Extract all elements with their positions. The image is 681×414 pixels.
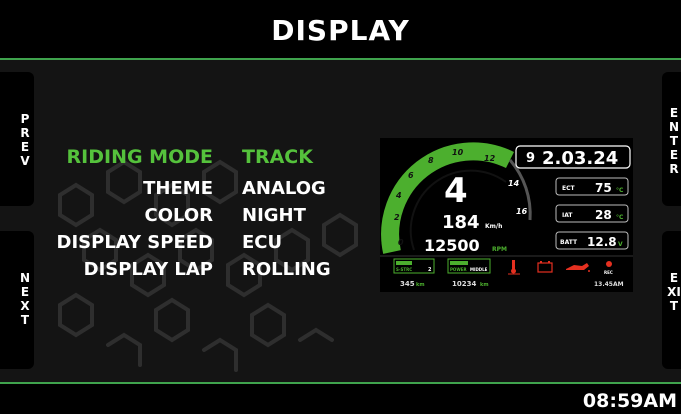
lap-number: 9 [526,151,535,166]
batt-label: BATT [560,239,578,246]
tach-label: 4 [395,191,402,200]
exit-button-label: EXIT [667,271,681,313]
footer-bar: 08:59AM [0,382,681,414]
iat-value: 28 [595,208,612,222]
traction-bar [396,261,412,265]
coolant-temp-icon [508,260,520,275]
tach-label: 10 [452,148,464,157]
system-clock: 08:59AM [582,390,677,412]
oil-pressure-icon [566,263,590,272]
enter-button[interactable]: ENTER [662,72,681,206]
enter-button-label: ENTER [668,106,680,176]
odometer-1-unit: km [416,282,425,288]
speed-unit: Km/h [485,223,502,230]
rec-dot-icon [606,261,612,267]
power-bar [450,261,468,265]
dashboard-preview: 0 2 4 6 8 10 12 14 16 4 184 Km/h 12500 R… [380,138,633,292]
settings-menu: RIDING MODE TRACK THEME ANALOG COLOR NIG… [0,60,360,382]
dashboard-preview-graphic: 0 2 4 6 8 10 12 14 16 4 184 Km/h 12500 R… [380,142,633,288]
menu-label: COLOR [144,205,213,226]
traction-mode-label: S-STRC [396,267,412,272]
menu-row-display-lap[interactable]: DISPLAY LAP ROLLING [0,259,360,283]
batt-value: 12.8 [587,235,617,249]
odometer-2-unit: km [480,282,489,288]
odometer-2: 10234 [452,280,476,288]
menu-value: NIGHT [242,205,306,226]
rec-label: REC [604,270,613,275]
battery-icon [537,261,553,273]
lap-time: 2.03.24 [542,148,618,169]
gear-indicator: 4 [444,171,468,211]
exit-button[interactable]: EXIT [662,231,681,369]
tach-label: 0 [398,238,404,247]
power-mode-value: MIDDLE [470,267,488,272]
tach-label: 14 [508,179,520,188]
tach-label: 6 [408,171,414,180]
menu-row-theme[interactable]: THEME ANALOG [0,178,360,202]
tach-label: 12 [484,154,496,163]
rpm-unit: RPM [492,246,507,253]
ect-value: 75 [595,181,612,195]
page-title: DISPLAY [271,14,410,47]
menu-value: ROLLING [242,259,331,280]
menu-row-color[interactable]: COLOR NIGHT [0,205,360,229]
ect-label: ECT [562,185,576,192]
prev-button[interactable]: PREV [0,72,34,206]
batt-unit: V [618,241,623,248]
tach-label: 8 [428,156,434,165]
tach-label: 16 [516,207,528,216]
next-button[interactable]: NEXT [0,231,34,369]
odometer-1: 345 [400,280,415,288]
header-bar: DISPLAY [0,0,681,60]
power-mode-label: POWER [450,267,467,272]
traction-mode-value: 2 [428,267,432,273]
ect-unit: °C [616,187,624,194]
rpm-value: 12500 [424,236,480,255]
menu-value: ANALOG [242,178,326,199]
preview-clock: 13.45AM [594,281,624,288]
speed-value: 184 [442,212,480,233]
menu-row-display-speed[interactable]: DISPLAY SPEED ECU [0,232,360,256]
prev-button-label: PREV [20,112,30,168]
tach-label: 2 [394,213,400,222]
menu-value: TRACK [242,146,313,168]
menu-row-riding-mode[interactable]: RIDING MODE TRACK [0,146,360,170]
next-button-label: NEXT [19,271,31,327]
iat-label: IAT [562,212,573,219]
iat-unit: °C [616,214,624,221]
menu-value: ECU [242,232,283,253]
